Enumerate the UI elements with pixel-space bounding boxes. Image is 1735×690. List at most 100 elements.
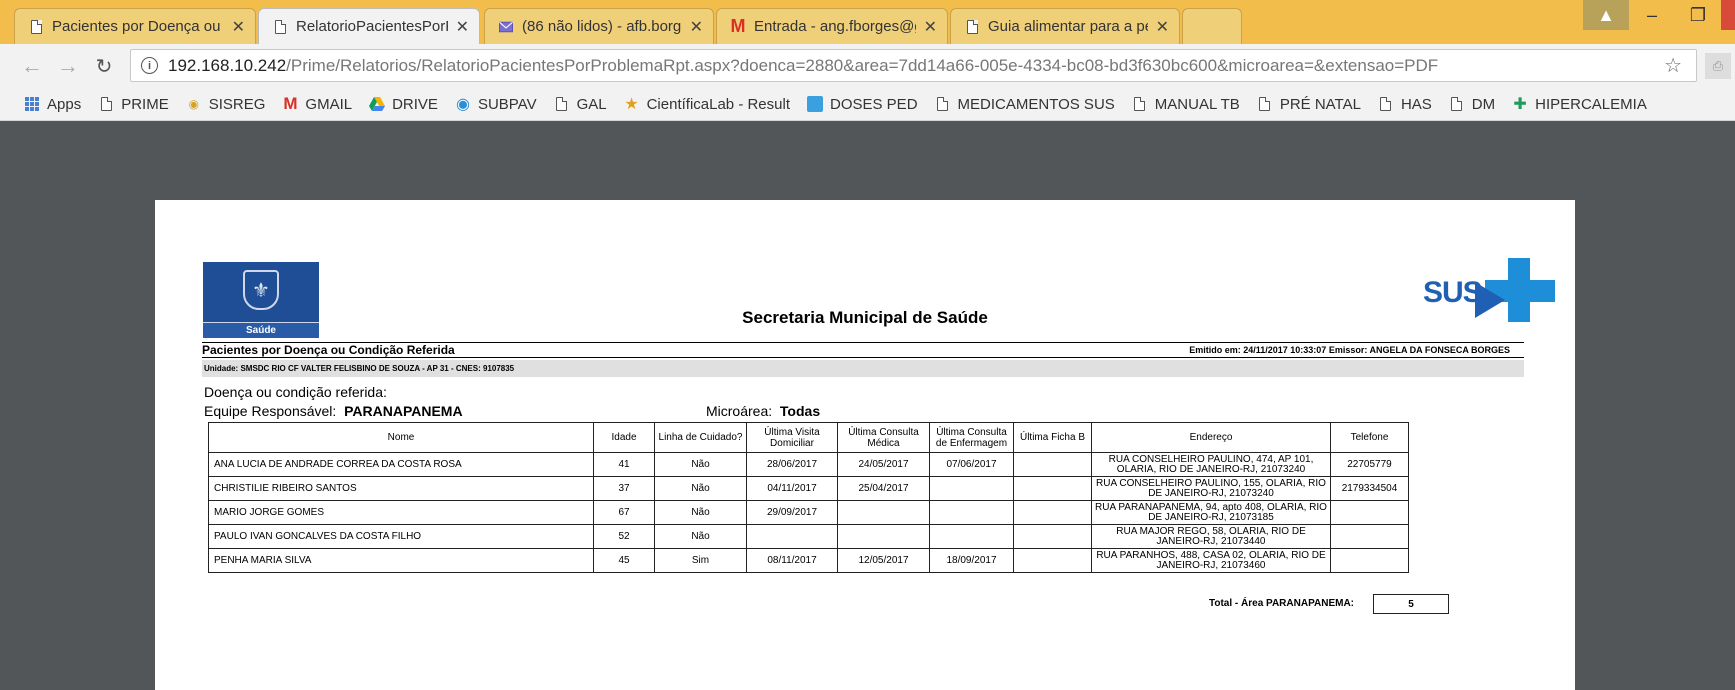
cell-last-ficha-b	[1013, 524, 1092, 549]
pdf-viewer[interactable]: ⚜ Saúde Secretaria Municipal de Saúde SU…	[0, 122, 1735, 690]
document-icon	[29, 19, 43, 35]
column-header: Última Consulta de Enfermagem	[929, 422, 1014, 453]
url-host: 192.168.10.242	[168, 55, 287, 75]
bookmark-has[interactable]: HAS	[1378, 96, 1432, 113]
cell-last-visit: 08/11/2017	[746, 548, 838, 573]
forward-icon[interactable]: →	[50, 53, 86, 79]
bookmark-label: GAL	[576, 95, 607, 113]
close-icon[interactable]: ✕	[232, 17, 245, 37]
coat-of-arms-icon: ⚜	[243, 270, 279, 310]
tab-title: (86 não lidos) - afb.borge	[522, 18, 682, 35]
tab-mail[interactable]: (86 não lidos) - afb.borge ✕	[484, 8, 714, 44]
microarea-criteria: Microárea: Todas	[706, 403, 820, 419]
bookmark-subpav[interactable]: ◉ SUBPAV	[455, 95, 537, 114]
tab-gmail[interactable]: M Entrada - ang.fborges@g ✕	[716, 8, 948, 44]
cell-care-line: Não	[654, 500, 747, 525]
cell-last-ficha-b	[1013, 500, 1092, 525]
bookmark-medicamentos[interactable]: MEDICAMENTOS SUS	[935, 96, 1115, 113]
team-criteria: Equipe Responsável: PARANAPANEMA	[204, 403, 463, 419]
cell-age: 45	[593, 548, 655, 573]
tab-title: Pacientes por Doença ou	[52, 18, 221, 35]
tab-title: Guia alimentar para a pe	[988, 18, 1148, 35]
cell-last-nursing: 07/06/2017	[929, 452, 1014, 477]
bookmark-hipercalemia[interactable]: ✚ HIPERCALEMIA	[1512, 96, 1646, 114]
bookmark-manual-tb[interactable]: MANUAL TB	[1132, 96, 1240, 113]
cell-last-nursing	[929, 476, 1014, 501]
apps-grid-icon	[24, 96, 40, 112]
document-icon	[1257, 96, 1273, 112]
cell-address: RUA MAJOR REGO, 58, OLARIA, RIO DE JANEI…	[1091, 524, 1331, 549]
minimize-icon[interactable]: –	[1629, 0, 1675, 30]
close-icon[interactable]: ✕	[690, 17, 703, 37]
bookmark-dm[interactable]: DM	[1449, 96, 1495, 113]
microarea-label: Microárea:	[706, 403, 773, 419]
cell-address: RUA PARANAPANEMA, 94, apto 408, OLARIA, …	[1091, 500, 1331, 525]
bookmark-apps[interactable]: Apps	[24, 96, 81, 113]
bookmark-label: HAS	[1400, 95, 1432, 113]
gmail-icon: M	[283, 94, 298, 113]
back-icon[interactable]: ←	[14, 53, 50, 79]
info-icon[interactable]: i	[141, 57, 158, 74]
tab-title: Entrada - ang.fborges@g	[754, 18, 916, 35]
table-row: MARIO JORGE GOMES 67 Não 29/09/2017 RUA …	[208, 500, 1409, 525]
patients-table: Nome Idade Linha de Cuidado? Última Visi…	[208, 422, 1409, 573]
cell-name: PENHA MARIA SILVA	[208, 548, 594, 573]
cell-name: MARIO JORGE GOMES	[208, 500, 594, 525]
bookmark-gmail[interactable]: M GMAIL	[282, 94, 352, 113]
tab-relatorio[interactable]: RelatorioPacientesPorPro ✕	[258, 8, 480, 44]
user-icon[interactable]: ▲	[1583, 0, 1629, 30]
bookmark-sisreg[interactable]: ◉ SISREG	[186, 96, 265, 113]
table-row: ANA LUCIA DE ANDRADE CORREA DA COSTA ROS…	[208, 452, 1409, 477]
bookmark-label: SUBPAV	[477, 95, 537, 113]
team-value: PARANAPANEMA	[344, 403, 463, 419]
cross-badge-icon: ✚	[1513, 96, 1527, 113]
bookmark-doses-ped[interactable]: DOSES PED	[807, 96, 918, 113]
cell-age: 67	[593, 500, 655, 525]
extension-icon[interactable]: ⎙	[1705, 53, 1731, 79]
cell-care-line: Não	[654, 452, 747, 477]
subpav-icon: ◉	[455, 96, 470, 113]
cell-address: RUA CONSELHEIRO PAULINO, 155, OLARIA, RI…	[1091, 476, 1331, 501]
document-icon	[273, 19, 287, 35]
pdf-page: ⚜ Saúde Secretaria Municipal de Saúde SU…	[155, 200, 1575, 690]
cell-phone	[1330, 500, 1409, 525]
condition-label: Doença ou condição referida:	[204, 384, 387, 400]
cell-care-line: Não	[654, 524, 747, 549]
cell-last-visit: 04/11/2017	[746, 476, 838, 501]
bookmark-drive[interactable]: DRIVE	[369, 96, 438, 113]
tab-strip: Pacientes por Doença ou ✕ RelatorioPacie…	[0, 0, 1735, 44]
tab-guia[interactable]: Guia alimentar para a pe ✕	[950, 8, 1180, 44]
column-header: Idade	[593, 422, 655, 453]
tab-pacientes[interactable]: Pacientes por Doença ou ✕	[14, 8, 256, 44]
cell-last-medical	[837, 500, 930, 525]
close-icon[interactable]: ✕	[1156, 17, 1169, 37]
cell-last-nursing	[929, 500, 1014, 525]
cell-care-line: Sim	[654, 548, 747, 573]
table-header-row: Nome Idade Linha de Cuidado? Última Visi…	[208, 422, 1409, 453]
total-value: 5	[1373, 594, 1449, 614]
restore-icon[interactable]: ❐	[1675, 0, 1721, 30]
close-window-icon[interactable]	[1721, 0, 1735, 30]
close-icon[interactable]: ✕	[456, 17, 469, 37]
bookmark-pre-natal[interactable]: PRÉ NATAL	[1257, 96, 1361, 113]
bookmark-prime[interactable]: PRIME	[98, 96, 169, 113]
bookmark-star-icon[interactable]: ☆	[1664, 53, 1682, 78]
address-bar[interactable]: i 192.168.10.242/Prime/Relatorios/Relato…	[130, 49, 1697, 82]
gmail-icon: M	[730, 16, 746, 36]
cell-care-line: Não	[654, 476, 747, 501]
document-icon	[98, 96, 114, 112]
table-row: CHRISTILIE RIBEIRO SANTOS 37 Não 04/11/2…	[208, 476, 1409, 501]
close-icon[interactable]: ✕	[924, 17, 937, 37]
report-header-title: Secretaria Municipal de Saúde	[742, 308, 988, 327]
cell-name: PAULO IVAN GONCALVES DA COSTA FILHO	[208, 524, 594, 549]
bookmark-cientificalab[interactable]: ★ CientíficaLab - Result	[624, 96, 790, 114]
new-tab-button[interactable]	[1182, 8, 1242, 44]
window-controls: ▲ – ❐	[1583, 0, 1735, 30]
document-icon	[1378, 96, 1394, 112]
cell-last-ficha-b	[1013, 476, 1092, 501]
document-icon	[965, 19, 979, 35]
reload-icon[interactable]: ↻	[86, 54, 122, 79]
bookmark-gal[interactable]: GAL	[554, 96, 607, 113]
cell-age: 52	[593, 524, 655, 549]
cell-last-visit: 28/06/2017	[746, 452, 838, 477]
